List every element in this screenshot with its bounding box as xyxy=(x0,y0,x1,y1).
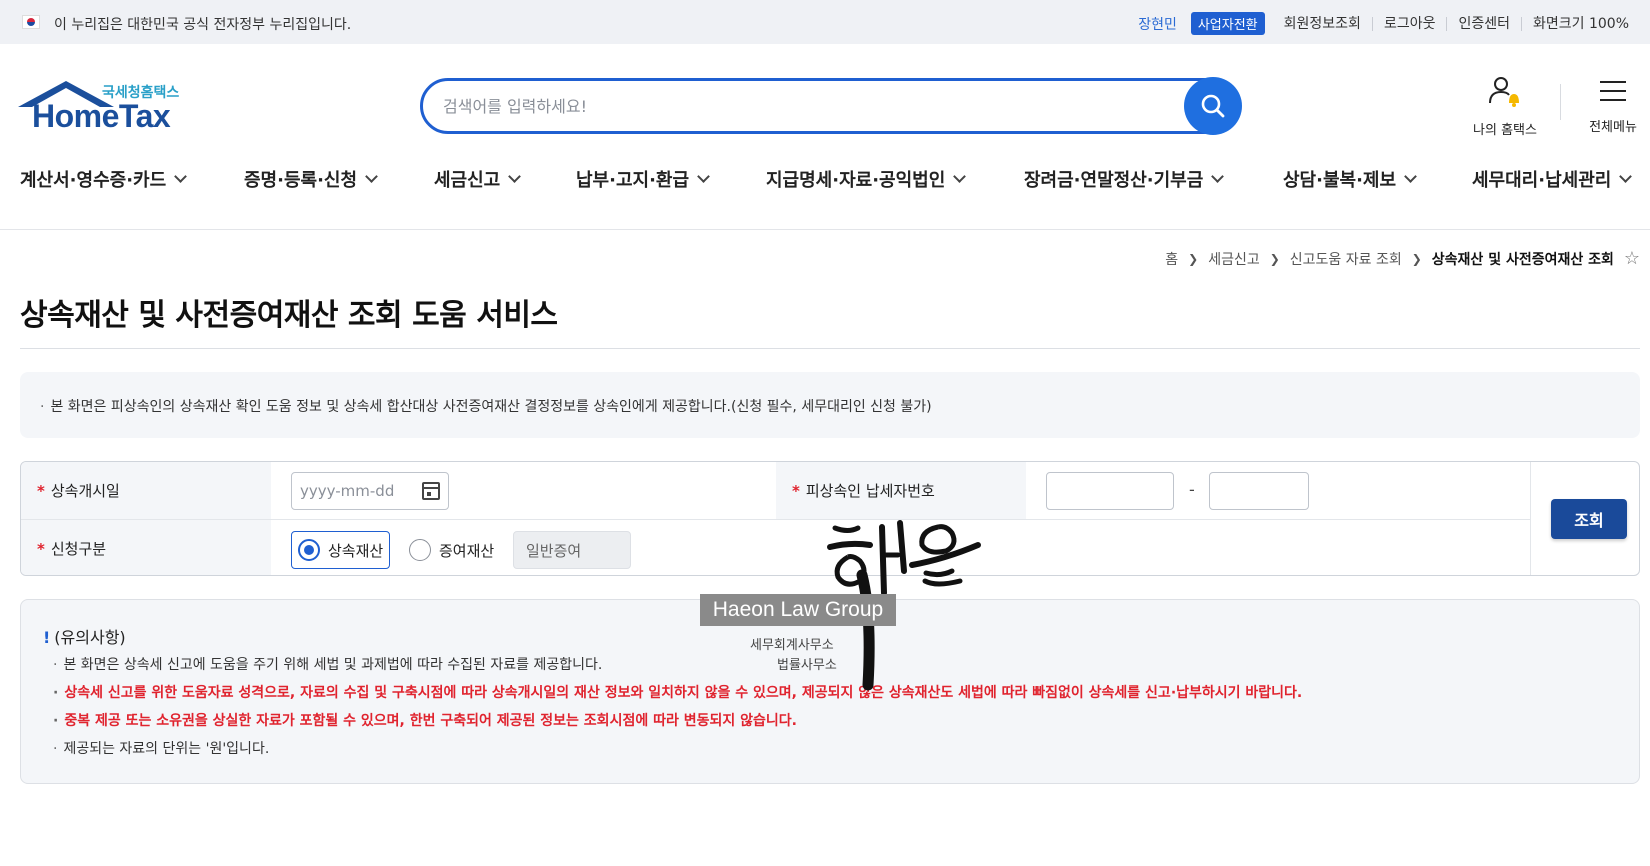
gnb-label: 세금신고 xyxy=(434,170,501,191)
breadcrumb-separator-icon: ❯ xyxy=(1269,251,1280,266)
breadcrumb-current: 상속재산 및 사전증여재산 조회 xyxy=(1431,251,1614,268)
gnb-label: 납부·고지·환급 xyxy=(576,170,690,191)
query-button[interactable]: 조회 xyxy=(1551,499,1627,539)
caution-line-2: 상속세 신고를 위한 도움자료 성격으로, 자료의 수집 및 구축시점에 따라 … xyxy=(53,682,1302,702)
my-hometax-button[interactable]: 나의 홈택스 xyxy=(1460,75,1550,138)
tin-first-input[interactable] xyxy=(1046,472,1174,510)
my-hometax-label: 나의 홈택스 xyxy=(1473,123,1537,138)
gnb-item-payment[interactable]: 납부·고지·환급 xyxy=(576,166,710,192)
gnb-label: 상담·불복·제보 xyxy=(1283,170,1397,191)
exclamation-icon: ! xyxy=(43,628,51,647)
gnb-item-invoice[interactable]: 계산서·영수증·카드 xyxy=(20,166,188,192)
chevron-down-icon xyxy=(365,170,378,183)
breadcrumb-home[interactable]: 홈 xyxy=(1165,249,1178,269)
gnb-label: 증명·등록·신청 xyxy=(244,170,358,191)
breadcrumb-tax-return[interactable]: 세금신고 xyxy=(1208,249,1260,269)
start-date-input[interactable]: yyyy-mm-dd xyxy=(291,472,449,510)
gnb-divider xyxy=(0,229,1650,230)
search-input[interactable] xyxy=(443,92,1133,120)
header-divider xyxy=(1560,84,1561,120)
calendar-icon[interactable] xyxy=(422,482,440,500)
user-name-link[interactable]: 장현민 xyxy=(1138,14,1177,34)
gnb-item-tax-agent[interactable]: 세무대리·납세관리 xyxy=(1472,166,1633,192)
hometax-logo[interactable]: 국세청홈택스 HomeTax xyxy=(18,78,190,138)
start-date-label-text: 상속개시일 xyxy=(50,482,120,500)
logout-link[interactable]: 로그아웃 xyxy=(1371,16,1447,31)
all-menu-button[interactable]: 전체메뉴 xyxy=(1578,78,1648,135)
chevron-down-icon xyxy=(508,170,522,183)
caution-title: ! (유의사항) xyxy=(43,624,126,648)
gnb-label: 장려금·연말정산·기부금 xyxy=(1024,170,1204,191)
start-date-label: * 상속개시일 xyxy=(21,462,271,519)
favorite-star-icon[interactable]: ☆ xyxy=(1624,248,1640,269)
radio-gift-label: 증여재산 xyxy=(439,541,495,560)
screen-size-control[interactable]: 화면크기 100% xyxy=(1521,16,1640,31)
tin-label-text: 피상속인 납세자번호 xyxy=(805,482,935,500)
page-title: 상속재산 및 사전증여재산 조회 도움 서비스 xyxy=(20,298,558,333)
form-column-divider xyxy=(1530,462,1531,575)
gnb-label: 세무대리·납세관리 xyxy=(1472,170,1612,191)
gnb-item-certificate[interactable]: 증명·등록·신청 xyxy=(244,166,378,192)
search-icon xyxy=(1201,94,1225,118)
utility-menu: 장현민 사업자전환 회원정보조회 로그아웃 인증센터 화면크기 100% xyxy=(1138,12,1640,35)
chevron-down-icon xyxy=(1211,170,1225,183)
gov-banner-text[interactable]: 이 누리집은 대한민국 공식 전자정부 누리집입니다. xyxy=(54,14,351,34)
watermark-sub-1: 세무회계사무소 xyxy=(750,638,834,653)
radio-unchecked-icon xyxy=(409,539,431,561)
gnb-item-tax-return[interactable]: 세금신고 xyxy=(434,166,522,192)
gnb-item-incentives[interactable]: 장려금·연말정산·기부금 xyxy=(1024,166,1225,192)
korea-flag-icon xyxy=(22,15,40,29)
haeon-watermark: Haeon Law Group 세무회계사무소 법률사무소 xyxy=(700,515,1030,725)
member-info-link[interactable]: 회원정보조회 xyxy=(1273,17,1372,31)
breadcrumb: 홈 ❯ 세금신고 ❯ 신고도움 자료 조회 ❯ 상속재산 및 사전증여재산 조회… xyxy=(1165,248,1640,269)
caution-line-3: 중복 제공 또는 소유권을 상실한 자료가 포함될 수 있으며, 한번 구축되어… xyxy=(53,710,797,730)
tin-second-input[interactable] xyxy=(1209,472,1309,510)
general-gift-field: 일반증여 xyxy=(513,531,631,569)
main-navigation: 계산서·영수증·카드 증명·등록·신청 세금신고 납부·고지·환급 지급명세·자… xyxy=(0,166,1650,202)
search-button[interactable] xyxy=(1184,77,1242,135)
search-box xyxy=(420,78,1240,134)
business-switch-button[interactable]: 사업자전환 xyxy=(1190,12,1265,35)
required-mark: * xyxy=(792,481,800,500)
breadcrumb-separator-icon: ❯ xyxy=(1411,251,1422,266)
all-menu-label: 전체메뉴 xyxy=(1589,120,1637,135)
tin-separator: - xyxy=(1189,480,1195,499)
title-divider xyxy=(20,348,1640,349)
breadcrumb-help-data[interactable]: 신고도움 자료 조회 xyxy=(1290,249,1402,269)
caution-line-4: 제공되는 자료의 단위는 '원'입니다. xyxy=(53,738,269,758)
gnb-item-statements[interactable]: 지급명세·자료·공익법인 xyxy=(766,166,967,192)
notice-text: 본 화면은 피상속인의 상속재산 확인 도움 정보 및 상속세 합산대상 사전증… xyxy=(40,396,931,416)
notice-box: 본 화면은 피상속인의 상속재산 확인 도움 정보 및 상속세 합산대상 사전증… xyxy=(20,372,1640,438)
radio-gift[interactable]: 증여재산 xyxy=(409,531,494,569)
chevron-down-icon xyxy=(1619,170,1633,183)
watermark-title: Haeon Law Group xyxy=(700,594,896,626)
gnb-label: 지급명세·자료·공익법인 xyxy=(766,170,946,191)
radio-checked-icon xyxy=(298,539,320,561)
chevron-down-icon xyxy=(697,170,710,183)
watermark-sub-2: 법률사무소 xyxy=(777,658,837,673)
gnb-item-consulting[interactable]: 상담·불복·제보 xyxy=(1283,166,1417,192)
tin-label: * 피상속인 납세자번호 xyxy=(776,462,1026,519)
required-mark: * xyxy=(37,481,45,500)
radio-inheritance-label: 상속재산 xyxy=(328,541,384,560)
caution-line-1: 본 화면은 상속세 신고에 도움을 주기 위해 세법 및 과제법에 따라 수집된… xyxy=(53,654,602,674)
gnb-label: 계산서·영수증·카드 xyxy=(20,170,167,191)
date-placeholder: yyyy-mm-dd xyxy=(300,482,395,500)
user-bell-icon xyxy=(1489,77,1519,107)
certificate-center-link[interactable]: 인증센터 xyxy=(1446,16,1521,31)
breadcrumb-separator-icon: ❯ xyxy=(1188,251,1199,266)
required-mark: * xyxy=(37,539,45,558)
type-label-text: 신청구분 xyxy=(50,540,107,558)
logo-wordmark: HomeTax xyxy=(32,98,171,134)
gov-banner: 이 누리집은 대한민국 공식 전자정부 누리집입니다. 장현민 사업자전환 회원… xyxy=(0,0,1650,44)
chevron-down-icon xyxy=(1404,170,1417,183)
chevron-down-icon xyxy=(953,170,967,183)
hamburger-icon xyxy=(1600,81,1626,101)
radio-inheritance[interactable]: 상속재산 xyxy=(291,531,391,569)
caution-title-text: (유의사항) xyxy=(54,628,126,647)
chevron-down-icon xyxy=(174,170,188,183)
type-label: * 신청구분 xyxy=(21,520,271,575)
